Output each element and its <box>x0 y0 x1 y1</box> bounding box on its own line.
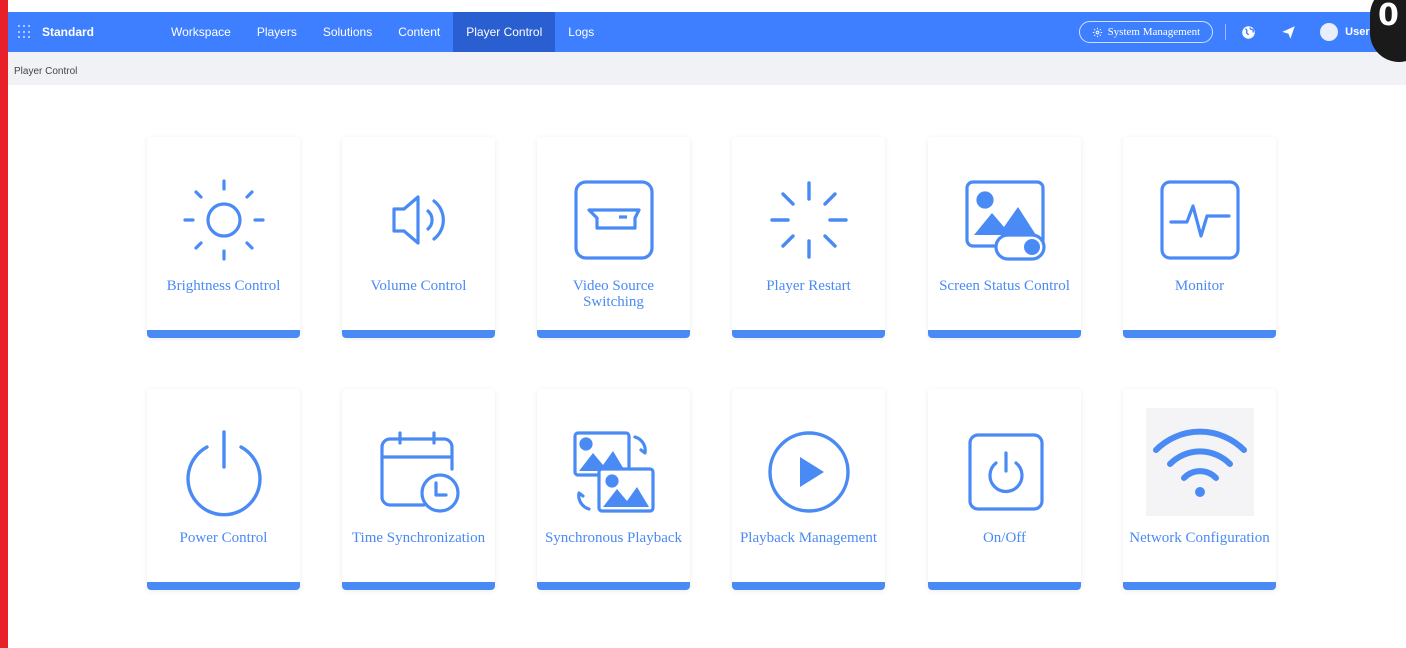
card-network-configuration[interactable]: Network Configuration <box>1123 389 1276 590</box>
screen-toggle-icon <box>964 180 1046 261</box>
nav-workspace[interactable]: Workspace <box>158 12 244 52</box>
card-label: Player Restart <box>766 278 851 294</box>
card-accent-bar <box>1123 330 1276 338</box>
sun-icon <box>182 179 265 261</box>
top-nav-bar: Standard Workspace Players Solutions Con… <box>8 12 1406 52</box>
card-accent-bar <box>537 330 690 338</box>
nav-solutions[interactable]: Solutions <box>310 12 385 52</box>
language-button[interactable] <box>1240 24 1256 40</box>
card-accent-bar <box>537 582 690 590</box>
send-button[interactable] <box>1280 24 1296 40</box>
card-screen-status-control[interactable]: Screen Status Control <box>928 137 1081 338</box>
power-square-icon <box>967 433 1044 511</box>
card-power-control[interactable]: Power Control <box>147 389 300 590</box>
card-synchronous-playback[interactable]: Synchronous Playback <box>537 389 690 590</box>
card-accent-bar <box>342 330 495 338</box>
card-player-restart[interactable]: Player Restart <box>732 137 885 338</box>
app-window: Standard Workspace Players Solutions Con… <box>8 0 1406 648</box>
card-label: Synchronous Playback <box>544 530 683 546</box>
gear-icon <box>1092 27 1102 37</box>
card-time-synchronization[interactable]: Time Synchronization <box>342 389 495 590</box>
brand-name: Standard <box>42 25 95 39</box>
card-label: Video Source Switching <box>572 278 655 310</box>
card-label: Brightness Control <box>166 278 281 294</box>
card-label: Time Synchronization <box>351 530 486 546</box>
wifi-icon <box>1152 428 1247 497</box>
power-icon <box>185 430 262 517</box>
nav-content[interactable]: Content <box>385 12 453 52</box>
card-playback-management[interactable]: Playback Management <box>732 389 885 590</box>
card-monitor[interactable]: Monitor <box>1123 137 1276 338</box>
card-accent-bar <box>928 582 1081 590</box>
card-video-source-switching[interactable]: Video Source Switching <box>537 137 690 338</box>
header-divider <box>1225 24 1227 40</box>
nav-players[interactable]: Players <box>244 12 310 52</box>
avatar <box>1320 23 1339 41</box>
nav-player-control[interactable]: Player Control <box>453 12 556 52</box>
wifi-icon-tile <box>1145 408 1254 516</box>
card-accent-bar <box>147 582 300 590</box>
video-source-icon <box>573 180 654 260</box>
heartbeat-monitor-icon <box>1159 180 1240 260</box>
breadcrumb: Player Control <box>8 52 1406 85</box>
system-management-button[interactable]: System Management <box>1078 21 1214 43</box>
nav-logs[interactable]: Logs <box>555 12 607 52</box>
calendar-clock-icon <box>379 431 460 513</box>
brand[interactable]: Standard <box>8 25 158 39</box>
card-brightness-control[interactable]: Brightness Control <box>147 137 300 338</box>
app-grid-icon[interactable] <box>18 25 32 39</box>
card-accent-bar <box>1123 582 1276 590</box>
card-label: Screen Status Control <box>939 278 1070 294</box>
sync-images-icon <box>572 431 655 513</box>
paper-plane-icon <box>1281 25 1295 39</box>
card-accent-bar <box>928 330 1081 338</box>
card-label: On/Off <box>982 530 1027 546</box>
card-on-off[interactable]: On/Off <box>928 389 1081 590</box>
card-accent-bar <box>147 330 300 338</box>
card-accent-bar <box>342 582 495 590</box>
card-label: Playback Management <box>739 530 878 546</box>
card-accent-bar <box>732 582 885 590</box>
card-label: Volume Control <box>370 278 467 294</box>
header-tools: System Management User V <box>1078 12 1406 52</box>
play-circle-icon <box>767 431 850 513</box>
globe-icon <box>1241 25 1255 39</box>
main-nav: Workspace Players Solutions Content Play… <box>158 12 607 52</box>
restart-spinner-icon <box>769 181 848 259</box>
card-accent-bar <box>732 330 885 338</box>
card-label: Monitor <box>1174 278 1225 294</box>
card-label: Network Configuration <box>1129 530 1270 546</box>
card-volume-control[interactable]: Volume Control <box>342 137 495 338</box>
card-label: Power Control <box>179 530 268 546</box>
system-management-label: System Management <box>1107 26 1201 38</box>
speaker-icon <box>391 195 445 245</box>
